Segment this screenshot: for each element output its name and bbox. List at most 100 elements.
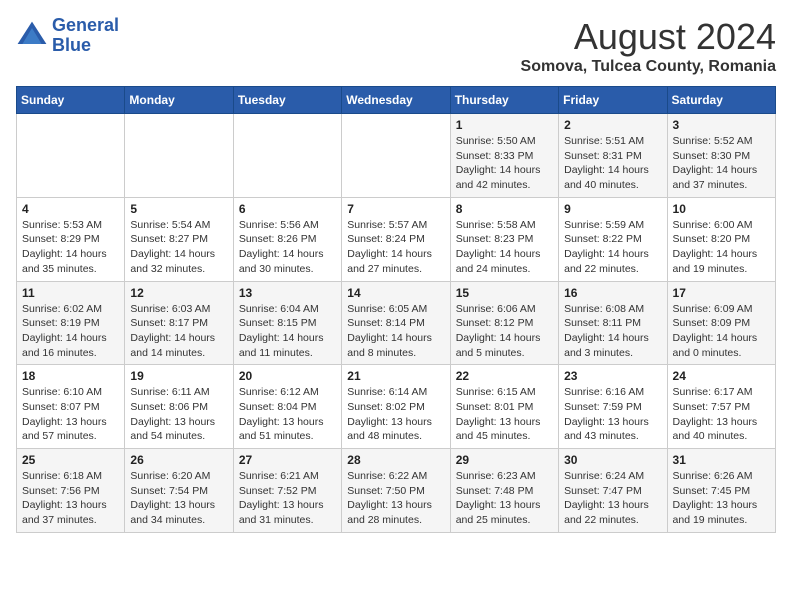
day-number: 30: [564, 453, 661, 467]
day-number: 22: [456, 369, 553, 383]
calendar-cell: 17 Sunrise: 6:09 AM Sunset: 8:09 PM Dayli…: [667, 281, 775, 365]
day-number: 28: [347, 453, 444, 467]
day-number: 2: [564, 118, 661, 132]
calendar-cell: 18 Sunrise: 6:10 AM Sunset: 8:07 PM Dayli…: [17, 365, 125, 449]
calendar-cell: 23 Sunrise: 6:16 AM Sunset: 7:59 PM Dayli…: [559, 365, 667, 449]
calendar-cell: 11Sunrise: 6:02 AM Sunset: 8:19 PM Dayli…: [17, 281, 125, 365]
day-info: Sunrise: 5:57 AM Sunset: 8:24 PM Dayligh…: [347, 218, 444, 277]
day-number: 4: [22, 202, 119, 216]
day-info: Sunrise: 6:23 AM Sunset: 7:48 PM Dayligh…: [456, 469, 553, 528]
title-area: August 2024 Somova, Tulcea County, Roman…: [521, 16, 776, 76]
day-info: Sunrise: 6:26 AM Sunset: 7:45 PM Dayligh…: [673, 469, 770, 528]
calendar-header: Sunday Monday Tuesday Wednesday Thursday…: [17, 87, 776, 114]
day-number: 5: [130, 202, 227, 216]
day-info: Sunrise: 6:12 AM Sunset: 8:04 PM Dayligh…: [239, 385, 336, 444]
calendar-cell: 2 Sunrise: 5:51 AM Sunset: 8:31 PM Daylig…: [559, 114, 667, 198]
day-number: 20: [239, 369, 336, 383]
day-info: Sunrise: 6:20 AM Sunset: 7:54 PM Dayligh…: [130, 469, 227, 528]
calendar-cell: 19Sunrise: 6:11 AM Sunset: 8:06 PM Dayli…: [125, 365, 233, 449]
day-info: Sunrise: 6:18 AM Sunset: 7:56 PM Dayligh…: [22, 469, 119, 528]
calendar-cell: 15 Sunrise: 6:06 AM Sunset: 8:12 PM Dayli…: [450, 281, 558, 365]
day-info: Sunrise: 5:58 AM Sunset: 8:23 PM Dayligh…: [456, 218, 553, 277]
day-number: 21: [347, 369, 444, 383]
calendar-cell: 6 Sunrise: 5:56 AM Sunset: 8:26 PM Daylig…: [233, 197, 341, 281]
calendar-body: 1 Sunrise: 5:50 AM Sunset: 8:33 PM Daylig…: [17, 114, 776, 533]
day-number: 23: [564, 369, 661, 383]
day-number: 9: [564, 202, 661, 216]
calendar-cell: 4 Sunrise: 5:53 AM Sunset: 8:29 PM Daylig…: [17, 197, 125, 281]
day-number: 14: [347, 286, 444, 300]
logo-text: General Blue: [52, 16, 119, 56]
day-number: 11: [22, 286, 119, 300]
day-number: 17: [673, 286, 770, 300]
day-info: Sunrise: 5:59 AM Sunset: 8:22 PM Dayligh…: [564, 218, 661, 277]
day-info: Sunrise: 6:16 AM Sunset: 7:59 PM Dayligh…: [564, 385, 661, 444]
calendar-cell: 29Sunrise: 6:23 AM Sunset: 7:48 PM Dayli…: [450, 449, 558, 533]
day-number: 8: [456, 202, 553, 216]
calendar-cell: 21 Sunrise: 6:14 AM Sunset: 8:02 PM Dayli…: [342, 365, 450, 449]
day-info: Sunrise: 6:06 AM Sunset: 8:12 PM Dayligh…: [456, 302, 553, 361]
day-info: Sunrise: 5:53 AM Sunset: 8:29 PM Dayligh…: [22, 218, 119, 277]
calendar-week-3: 11Sunrise: 6:02 AM Sunset: 8:19 PM Dayli…: [17, 281, 776, 365]
day-info: Sunrise: 5:51 AM Sunset: 8:31 PM Dayligh…: [564, 134, 661, 193]
calendar-cell: 5 Sunrise: 5:54 AM Sunset: 8:27 PM Daylig…: [125, 197, 233, 281]
day-info: Sunrise: 6:05 AM Sunset: 8:14 PM Dayligh…: [347, 302, 444, 361]
day-info: Sunrise: 6:14 AM Sunset: 8:02 PM Dayligh…: [347, 385, 444, 444]
day-info: Sunrise: 6:15 AM Sunset: 8:01 PM Dayligh…: [456, 385, 553, 444]
calendar-cell: 12 Sunrise: 6:03 AM Sunset: 8:17 PM Dayli…: [125, 281, 233, 365]
calendar-cell: 25Sunrise: 6:18 AM Sunset: 7:56 PM Dayli…: [17, 449, 125, 533]
day-info: Sunrise: 6:08 AM Sunset: 8:11 PM Dayligh…: [564, 302, 661, 361]
day-number: 27: [239, 453, 336, 467]
day-info: Sunrise: 6:21 AM Sunset: 7:52 PM Dayligh…: [239, 469, 336, 528]
day-info: Sunrise: 6:22 AM Sunset: 7:50 PM Dayligh…: [347, 469, 444, 528]
calendar-cell: 10Sunrise: 6:00 AM Sunset: 8:20 PM Dayli…: [667, 197, 775, 281]
calendar-week-5: 25Sunrise: 6:18 AM Sunset: 7:56 PM Dayli…: [17, 449, 776, 533]
calendar-cell: 3Sunrise: 5:52 AM Sunset: 8:30 PM Daylig…: [667, 114, 775, 198]
calendar-cell: 9 Sunrise: 5:59 AM Sunset: 8:22 PM Daylig…: [559, 197, 667, 281]
day-number: 6: [239, 202, 336, 216]
day-info: Sunrise: 6:03 AM Sunset: 8:17 PM Dayligh…: [130, 302, 227, 361]
calendar-cell: 20 Sunrise: 6:12 AM Sunset: 8:04 PM Dayli…: [233, 365, 341, 449]
col-monday: Monday: [125, 87, 233, 114]
calendar-cell: [125, 114, 233, 198]
calendar-cell: 30 Sunrise: 6:24 AM Sunset: 7:47 PM Dayli…: [559, 449, 667, 533]
logo-icon: [16, 20, 48, 52]
calendar-cell: [17, 114, 125, 198]
day-number: 15: [456, 286, 553, 300]
page-subtitle: Somova, Tulcea County, Romania: [521, 58, 776, 76]
day-info: Sunrise: 6:24 AM Sunset: 7:47 PM Dayligh…: [564, 469, 661, 528]
calendar-cell: 8 Sunrise: 5:58 AM Sunset: 8:23 PM Daylig…: [450, 197, 558, 281]
day-info: Sunrise: 5:56 AM Sunset: 8:26 PM Dayligh…: [239, 218, 336, 277]
day-info: Sunrise: 6:10 AM Sunset: 8:07 PM Dayligh…: [22, 385, 119, 444]
col-sunday: Sunday: [17, 87, 125, 114]
day-number: 16: [564, 286, 661, 300]
day-number: 24: [673, 369, 770, 383]
calendar-cell: 31 Sunrise: 6:26 AM Sunset: 7:45 PM Dayli…: [667, 449, 775, 533]
calendar-cell: [342, 114, 450, 198]
calendar-cell: 27 Sunrise: 6:21 AM Sunset: 7:52 PM Dayli…: [233, 449, 341, 533]
calendar-week-4: 18 Sunrise: 6:10 AM Sunset: 8:07 PM Dayli…: [17, 365, 776, 449]
day-info: Sunrise: 6:04 AM Sunset: 8:15 PM Dayligh…: [239, 302, 336, 361]
day-number: 18: [22, 369, 119, 383]
day-info: Sunrise: 5:50 AM Sunset: 8:33 PM Dayligh…: [456, 134, 553, 193]
day-info: Sunrise: 6:00 AM Sunset: 8:20 PM Dayligh…: [673, 218, 770, 277]
day-info: Sunrise: 5:54 AM Sunset: 8:27 PM Dayligh…: [130, 218, 227, 277]
day-number: 13: [239, 286, 336, 300]
calendar-cell: 1 Sunrise: 5:50 AM Sunset: 8:33 PM Daylig…: [450, 114, 558, 198]
day-number: 1: [456, 118, 553, 132]
calendar-cell: 16 Sunrise: 6:08 AM Sunset: 8:11 PM Dayli…: [559, 281, 667, 365]
calendar-cell: 28 Sunrise: 6:22 AM Sunset: 7:50 PM Dayli…: [342, 449, 450, 533]
day-number: 12: [130, 286, 227, 300]
calendar-cell: 22 Sunrise: 6:15 AM Sunset: 8:01 PM Dayli…: [450, 365, 558, 449]
col-wednesday: Wednesday: [342, 87, 450, 114]
calendar-cell: 24Sunrise: 6:17 AM Sunset: 7:57 PM Dayli…: [667, 365, 775, 449]
col-tuesday: Tuesday: [233, 87, 341, 114]
col-friday: Friday: [559, 87, 667, 114]
day-number: 19: [130, 369, 227, 383]
day-info: Sunrise: 5:52 AM Sunset: 8:30 PM Dayligh…: [673, 134, 770, 193]
day-info: Sunrise: 6:09 AM Sunset: 8:09 PM Dayligh…: [673, 302, 770, 361]
calendar-week-1: 1 Sunrise: 5:50 AM Sunset: 8:33 PM Daylig…: [17, 114, 776, 198]
day-number: 31: [673, 453, 770, 467]
day-number: 26: [130, 453, 227, 467]
col-thursday: Thursday: [450, 87, 558, 114]
